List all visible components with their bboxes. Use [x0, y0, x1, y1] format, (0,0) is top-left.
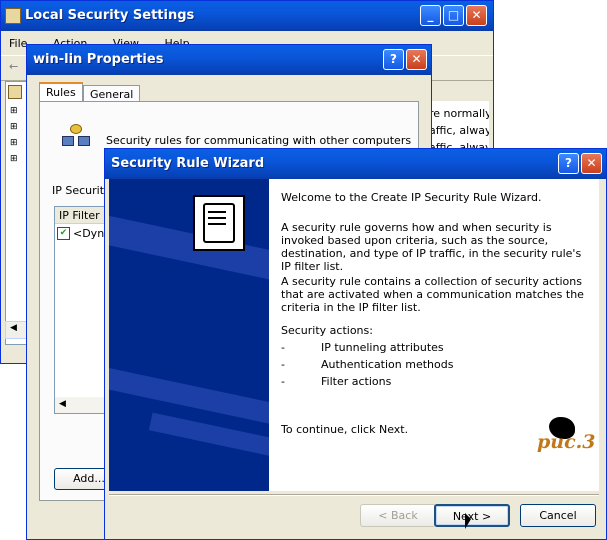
tree-expand-icon[interactable]: ⊞ — [10, 106, 18, 116]
tab-rules[interactable]: Rules — [39, 82, 83, 101]
tree-pane: ⊞ ⊞ ⊞ ⊞ — [5, 81, 27, 345]
tree-expand-icon[interactable]: ⊞ — [10, 154, 18, 164]
close-button[interactable]: ✕ — [466, 5, 487, 26]
maximize-button[interactable]: □ — [443, 5, 464, 26]
security-action-label: IP tunneling attributes — [321, 341, 444, 354]
wizard-titlebar[interactable]: Security Rule Wizard ? ✕ — [105, 149, 606, 179]
back-button[interactable]: < Back — [360, 504, 436, 527]
security-action-item: - IP tunneling attributes — [281, 341, 444, 354]
properties-title: win-lin Properties — [33, 52, 164, 67]
security-action-item: - Filter actions — [281, 375, 392, 388]
close-button[interactable]: ✕ — [406, 49, 427, 70]
right-pane-text: re normally c — [429, 107, 489, 120]
security-action-item: - Authentication methods — [281, 358, 454, 371]
lock-icon — [5, 8, 21, 24]
security-rule-wizard: Security Rule Wizard ? ✕ Welcome to the … — [104, 148, 607, 540]
help-button[interactable]: ? — [383, 49, 404, 70]
wizard-title: Security Rule Wizard — [111, 156, 265, 171]
scroll-left-icon[interactable]: ◀ — [59, 399, 66, 409]
tree-expand-icon[interactable]: ⊞ — [10, 122, 18, 132]
security-action-label: Authentication methods — [321, 358, 454, 371]
mouse-cursor-icon — [465, 513, 471, 529]
wizard-separator — [109, 494, 599, 496]
cancel-button[interactable]: Cancel — [520, 504, 596, 527]
rules-description: Security rules for communicating with ot… — [106, 134, 412, 147]
security-actions-label: Security actions: — [281, 324, 373, 337]
rule-checkbox[interactable]: ✔ — [57, 227, 70, 240]
local-security-titlebar[interactable]: Local Security Settings _ □ ✕ — [1, 1, 493, 31]
wizard-scroll-icon — [193, 195, 245, 251]
next-button[interactable]: Next > — [434, 504, 510, 527]
decorative-banner-shapes — [148, 412, 269, 464]
filter-header-label: IP Filter L — [59, 209, 110, 222]
wizard-paragraph-1: A security rule governs how and when sec… — [281, 221, 582, 273]
watermark-logo: puc.3 — [537, 431, 596, 453]
minimize-button[interactable]: _ — [420, 5, 441, 26]
network-computers-icon — [62, 124, 90, 148]
close-button[interactable]: ✕ — [581, 153, 602, 174]
wizard-content: Welcome to the Create IP Security Rule W… — [269, 179, 599, 491]
local-security-title: Local Security Settings — [25, 8, 195, 23]
help-button[interactable]: ? — [558, 153, 579, 174]
tree-root-icon — [8, 85, 22, 99]
security-action-label: Filter actions — [321, 375, 392, 388]
wizard-paragraph-2: A security rule contains a collection of… — [281, 275, 584, 314]
back-arrow-icon[interactable]: ← — [9, 60, 18, 73]
ip-security-label: IP Security — [52, 184, 111, 197]
properties-titlebar[interactable]: win-lin Properties ? ✕ — [27, 45, 431, 75]
wizard-welcome: Welcome to the Create IP Security Rule W… — [281, 191, 542, 204]
right-pane-text: affic, always — [429, 124, 489, 137]
wizard-banner — [109, 179, 269, 491]
menu-file[interactable]: File — [9, 37, 27, 50]
scroll-left-icon[interactable]: ◀ — [10, 323, 17, 333]
tree-expand-icon[interactable]: ⊞ — [10, 138, 18, 148]
